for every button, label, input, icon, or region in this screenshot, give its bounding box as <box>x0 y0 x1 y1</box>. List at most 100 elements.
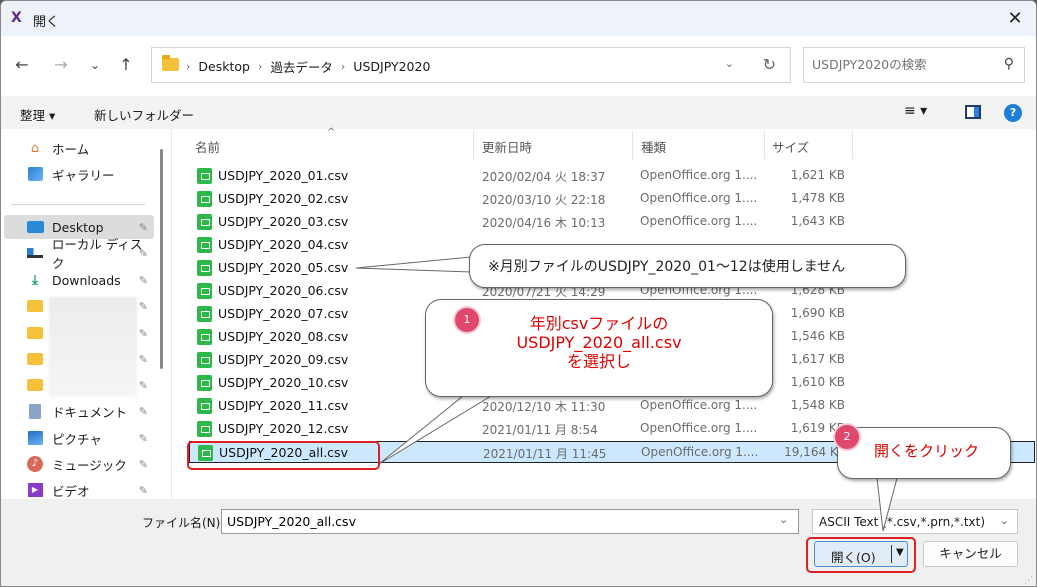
pin-icon: ✎ <box>138 404 148 418</box>
column-divider[interactable] <box>764 131 765 159</box>
sidebar-item-label: Downloads <box>52 272 121 288</box>
file-size: 1,546 KB <box>790 329 845 343</box>
view-options-icon[interactable]: ≡ ▾ <box>904 103 927 119</box>
folder-icon <box>26 298 44 314</box>
organize-menu[interactable]: 整理 ▾ <box>20 105 55 124</box>
file-row[interactable]: USDJPY_2020_01.csv 2020/02/04 火 18:37 Open… <box>189 165 1035 187</box>
pin-icon: ✎ <box>138 378 148 392</box>
back-button[interactable]: ← <box>11 54 33 76</box>
chevron-down-icon: ⌄ <box>999 514 1009 527</box>
divider <box>171 129 172 499</box>
column-divider[interactable] <box>632 131 633 159</box>
sidebar-item-local-disk[interactable]: ローカル ディスク ✎ <box>4 237 154 271</box>
sidebar-item-label: ギャラリー <box>52 167 115 183</box>
file-type: OpenOffice.org 1.... <box>641 445 759 459</box>
breadcrumb-desktop[interactable]: Desktop <box>198 59 250 74</box>
pin-icon: ✎ <box>138 299 148 313</box>
step2-callout: 開くをクリック <box>837 427 1011 479</box>
file-type: OpenOffice.org 1.... <box>640 168 758 182</box>
refresh-icon[interactable]: ↻ <box>763 55 776 74</box>
recent-locations-button[interactable]: ⌄ <box>84 54 106 76</box>
sidebar-item-documents[interactable]: ドキュメント ✎ <box>4 399 154 423</box>
csv-file-icon <box>197 260 212 276</box>
search-box: ⚲ <box>803 47 1025 83</box>
step2-badge: 2 <box>835 425 859 449</box>
sort-ascending-icon: ^ <box>327 127 336 138</box>
preview-pane-icon[interactable] <box>965 105 981 119</box>
csv-file-icon <box>197 283 212 299</box>
column-header-size[interactable]: サイズ <box>772 137 809 156</box>
forward-button[interactable]: → <box>50 54 72 76</box>
videos-icon: ▶ <box>26 482 44 498</box>
filename-input[interactable] <box>221 509 799 534</box>
search-icon[interactable]: ⚲ <box>1004 56 1014 72</box>
desktop-icon <box>26 219 44 235</box>
file-row[interactable]: USDJPY_2020_03.csv 2020/04/16 木 10:13 Open… <box>189 211 1035 233</box>
column-header-date[interactable]: 更新日時 <box>482 137 532 156</box>
file-size: 1,621 KB <box>790 168 845 182</box>
file-type: OpenOffice.org 1.... <box>640 191 758 205</box>
file-name: USDJPY_2020_08.csv <box>218 329 349 344</box>
breadcrumb: › Desktop › 過去データ › USDJPY2020 <box>186 57 430 76</box>
close-button[interactable]: ✕ <box>1002 6 1028 32</box>
search-input[interactable] <box>812 57 992 72</box>
file-name: USDJPY_2020_10.csv <box>218 375 349 390</box>
command-bar: 整理 ▾ 新しいフォルダー ≡ ▾ ? <box>1 96 1036 129</box>
chevron-down-icon[interactable]: ⌄ <box>779 513 788 526</box>
file-row[interactable]: USDJPY_2020_11.csv 2020/12/10 木 11:30 Open… <box>189 395 1035 417</box>
file-size: 1,478 KB <box>790 191 845 205</box>
folder-icon <box>26 325 44 341</box>
folder-icon <box>162 55 179 71</box>
file-type: OpenOffice.org 1.... <box>640 398 758 412</box>
file-size: 1,617 KB <box>790 352 845 366</box>
pin-icon: ✎ <box>138 246 148 260</box>
sidebar-scrollbar[interactable] <box>160 149 163 369</box>
pin-icon: ✎ <box>138 457 148 471</box>
sidebar-item-home[interactable]: ⌂ ホーム <box>4 136 154 160</box>
pin-icon: ✎ <box>138 352 148 366</box>
csv-file-icon <box>197 352 212 368</box>
help-icon[interactable]: ? <box>1004 104 1022 122</box>
file-size: 1,548 KB <box>790 398 845 412</box>
step1-line: USDJPY_2020_all.csv <box>516 333 682 352</box>
sidebar-item-music[interactable]: ♪ ミュージック ✎ <box>4 452 154 476</box>
up-button[interactable]: ↑ <box>115 54 137 76</box>
chevron-right-icon: › <box>340 60 346 73</box>
chevron-down-icon[interactable]: ⌄ <box>725 57 734 70</box>
pin-icon: ✎ <box>138 220 148 234</box>
sidebar-item-label: ミュージック <box>52 457 127 473</box>
filename-label: ファイル名(N): <box>142 516 225 530</box>
file-date: 2020/04/16 木 10:13 <box>482 216 606 230</box>
sidebar-item-gallery[interactable]: ギャラリー <box>4 162 154 186</box>
sidebar-item-pictures[interactable]: ピクチャ ✎ <box>4 426 154 450</box>
file-size: 1,610 KB <box>790 375 845 389</box>
navigation-pane: ⌂ ホーム ギャラリー Desktop ✎ ローカル ディスク ✎ ⤓ Down… <box>1 129 172 499</box>
open-file-dialog: X 開く ✕ ← → ⌄ ↑ › Desktop › 過去データ › USDJP… <box>0 0 1037 587</box>
step2-text: 開くをクリック <box>874 442 980 460</box>
breadcrumb-usdjpy2020[interactable]: USDJPY2020 <box>353 59 430 74</box>
file-name: USDJPY_2020_05.csv <box>218 260 349 275</box>
file-name: USDJPY_2020_06.csv <box>218 283 349 298</box>
csv-file-icon <box>197 168 212 184</box>
file-row[interactable]: USDJPY_2020_02.csv 2020/03/10 火 22:18 Open… <box>189 188 1035 210</box>
file-type-select[interactable]: ASCII Text (*.csv,*.prn,*.txt) ⌄ <box>812 509 1018 534</box>
breadcrumb-past-data[interactable]: 過去データ <box>270 57 333 76</box>
column-divider[interactable] <box>852 131 853 159</box>
pin-icon: ✎ <box>138 483 148 497</box>
sidebar-item-downloads[interactable]: ⤓ Downloads ✎ <box>4 268 154 292</box>
cancel-button[interactable]: キャンセル <box>923 541 1018 567</box>
csv-file-icon <box>197 329 212 345</box>
new-folder-button[interactable]: 新しいフォルダー <box>94 105 194 124</box>
column-header-type[interactable]: 種類 <box>641 137 666 156</box>
column-divider[interactable] <box>473 131 474 159</box>
csv-file-icon <box>197 306 212 322</box>
selected-file-highlight <box>187 441 380 470</box>
documents-icon <box>26 403 44 419</box>
address-bar[interactable]: › Desktop › 過去データ › USDJPY2020 ⌄ ↻ <box>151 47 791 83</box>
file-name: USDJPY_2020_12.csv <box>218 421 349 436</box>
resize-grip-icon[interactable]: ⋰ <box>1024 576 1033 586</box>
title-bar: X 開く ✕ <box>1 1 1036 36</box>
gallery-icon <box>26 166 44 182</box>
column-header-name[interactable]: 名前 <box>195 137 220 156</box>
file-date: 2020/03/10 火 22:18 <box>482 193 606 207</box>
